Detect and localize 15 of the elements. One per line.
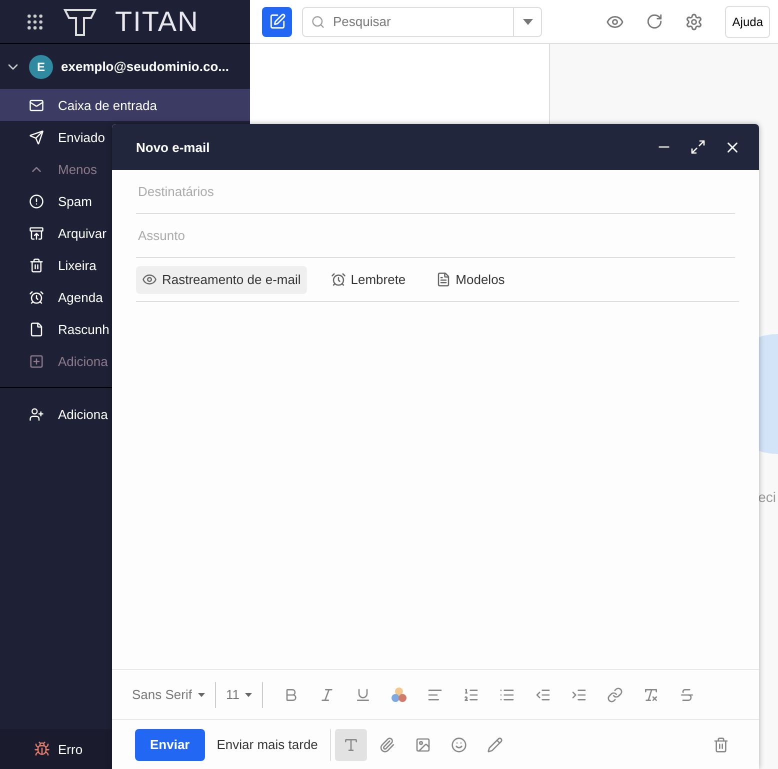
sidebar-item-label: Caixa de entrada: [58, 98, 158, 112]
sidebar-item-label: Lixeira: [58, 258, 96, 272]
sidebar-item-label: Menos: [58, 162, 98, 176]
sidebar-item-label: Enviado: [58, 130, 105, 144]
sidebar-item-label: Agenda: [58, 290, 103, 304]
compose-title: Novo e-mail: [136, 140, 211, 154]
sidebar-item-label: Adiciona: [58, 354, 108, 368]
status-text: Erro: [58, 742, 83, 756]
sidebar-item-label: Rascunh: [58, 322, 110, 336]
sidebar-item-label: Arquivar: [58, 226, 106, 240]
logo-text: TITAN: [115, 6, 199, 38]
sidebar-item-label: Spam: [58, 194, 92, 208]
sidebar-item-label: Adiciona: [58, 406, 108, 422]
avatar: E: [29, 54, 53, 78]
empty-state-text: eci: [758, 488, 776, 504]
